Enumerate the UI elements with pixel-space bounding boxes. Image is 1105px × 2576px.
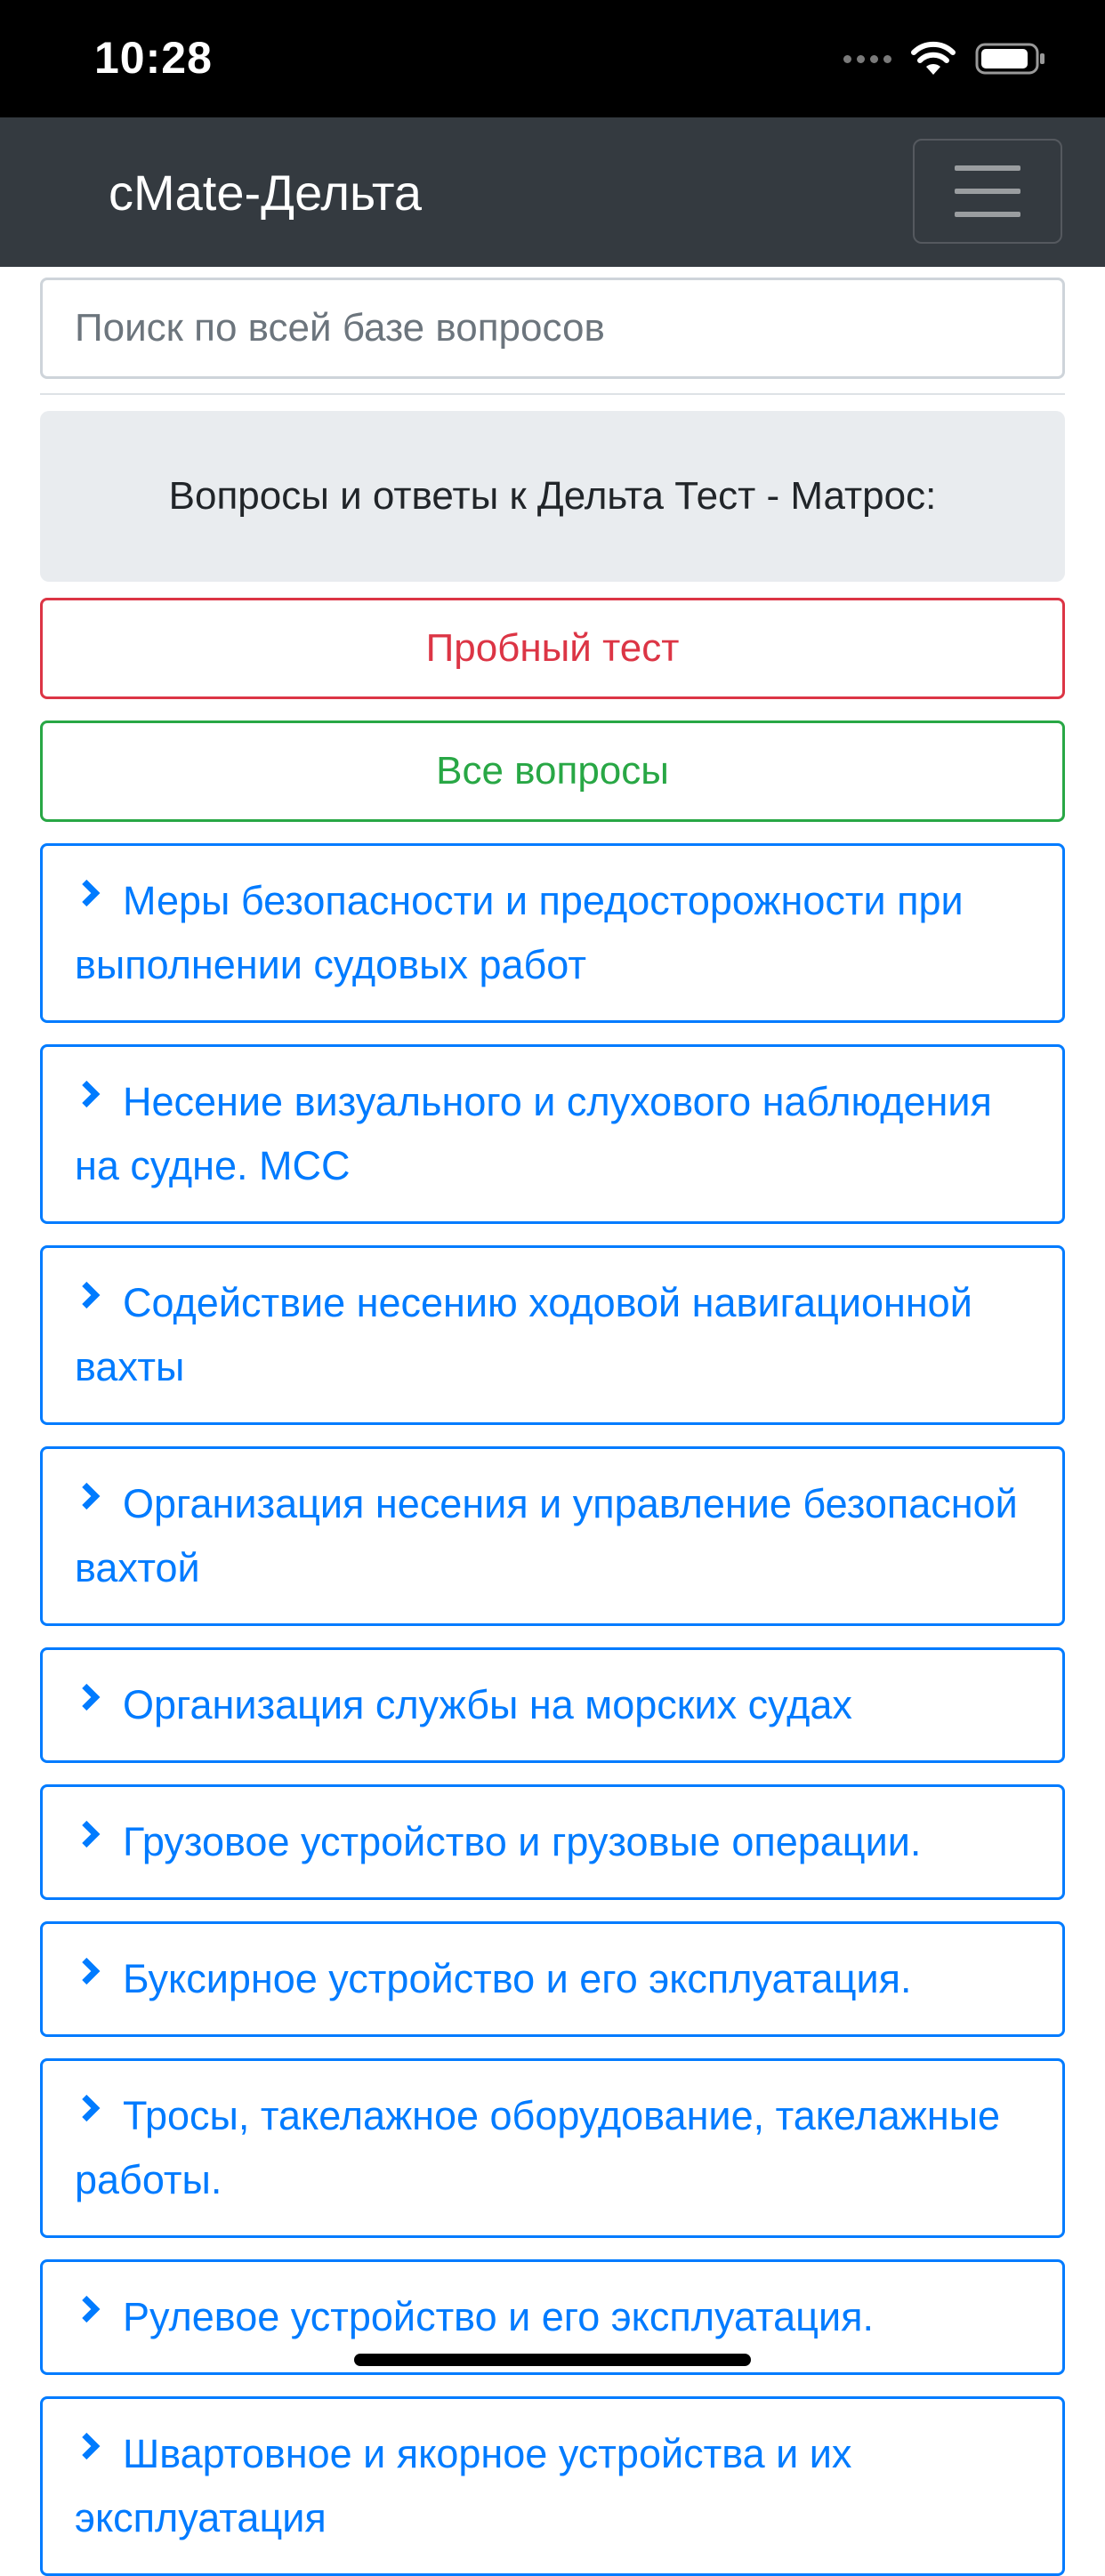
all-questions-button[interactable]: Все вопросы	[40, 720, 1065, 822]
topic-item[interactable]: Тросы, такелажное оборудование, такелажн…	[40, 2058, 1065, 2238]
topic-label: Швартовное и якорное устройства и их экс…	[75, 2431, 852, 2540]
topic-label: Несение визуального и слухового наблюден…	[75, 1079, 992, 1188]
wifi-icon	[911, 41, 956, 75]
divider	[40, 393, 1065, 395]
topic-label: Грузовое устройство и грузовые операции.	[123, 1819, 922, 1864]
status-bar: 10:28	[0, 0, 1105, 117]
trial-test-button[interactable]: Пробный тест	[40, 598, 1065, 699]
status-time: 10:28	[94, 33, 213, 83]
topic-label: Меры безопасности и предосторожности при…	[75, 878, 964, 987]
chevron-right-icon	[82, 1683, 101, 1711]
topic-label: Организация службы на морских судах	[123, 1682, 852, 1727]
chevron-right-icon	[82, 1281, 101, 1309]
cellular-signal-icon	[843, 54, 891, 63]
topic-item[interactable]: Организация службы на морских судах	[40, 1647, 1065, 1763]
topic-label: Рулевое устройство и его эксплуатация.	[123, 2294, 874, 2339]
chevron-right-icon	[82, 2295, 101, 2323]
chevron-right-icon	[82, 1957, 101, 1985]
topic-item[interactable]: Содействие несению ходовой навигационной…	[40, 1245, 1065, 1425]
chevron-right-icon	[82, 2432, 101, 2460]
topic-item[interactable]: Швартовное и якорное устройства и их экс…	[40, 2396, 1065, 2576]
battery-icon	[975, 43, 1045, 75]
topic-item[interactable]: Буксирное устройство и его эксплуатация.	[40, 1921, 1065, 2037]
navbar: сMate-Дельта	[0, 117, 1105, 267]
hamburger-menu-icon	[955, 165, 1020, 171]
chevron-right-icon	[82, 879, 101, 907]
chevron-right-icon	[82, 1820, 101, 1848]
navbar-toggler-button[interactable]	[913, 139, 1062, 244]
topic-item[interactable]: Меры безопасности и предосторожности при…	[40, 843, 1065, 1023]
topic-label: Буксирное устройство и его эксплуатация.	[123, 1956, 912, 2001]
navbar-brand[interactable]: сMate-Дельта	[109, 164, 422, 221]
main-content: Вопросы и ответы к Дельта Тест - Матрос:…	[40, 278, 1065, 2576]
topic-list: Меры безопасности и предосторожности при…	[40, 843, 1065, 2576]
topic-label: Содействие несению ходовой навигационной…	[75, 1280, 972, 1389]
topic-item[interactable]: Несение визуального и слухового наблюден…	[40, 1044, 1065, 1224]
topic-label: Организация несения и управление безопас…	[75, 1481, 1018, 1590]
chevron-right-icon	[82, 1080, 101, 1108]
home-indicator[interactable]	[354, 2354, 751, 2366]
topic-item[interactable]: Грузовое устройство и грузовые операции.	[40, 1784, 1065, 1900]
chevron-right-icon	[82, 1482, 101, 1510]
chevron-right-icon	[82, 2094, 101, 2122]
topic-item[interactable]: Организация несения и управление безопас…	[40, 1446, 1065, 1626]
section-header: Вопросы и ответы к Дельта Тест - Матрос:	[40, 411, 1065, 582]
status-icons	[843, 39, 1046, 78]
search-input[interactable]	[40, 278, 1065, 379]
topic-label: Тросы, такелажное оборудование, такелажн…	[75, 2093, 1001, 2202]
